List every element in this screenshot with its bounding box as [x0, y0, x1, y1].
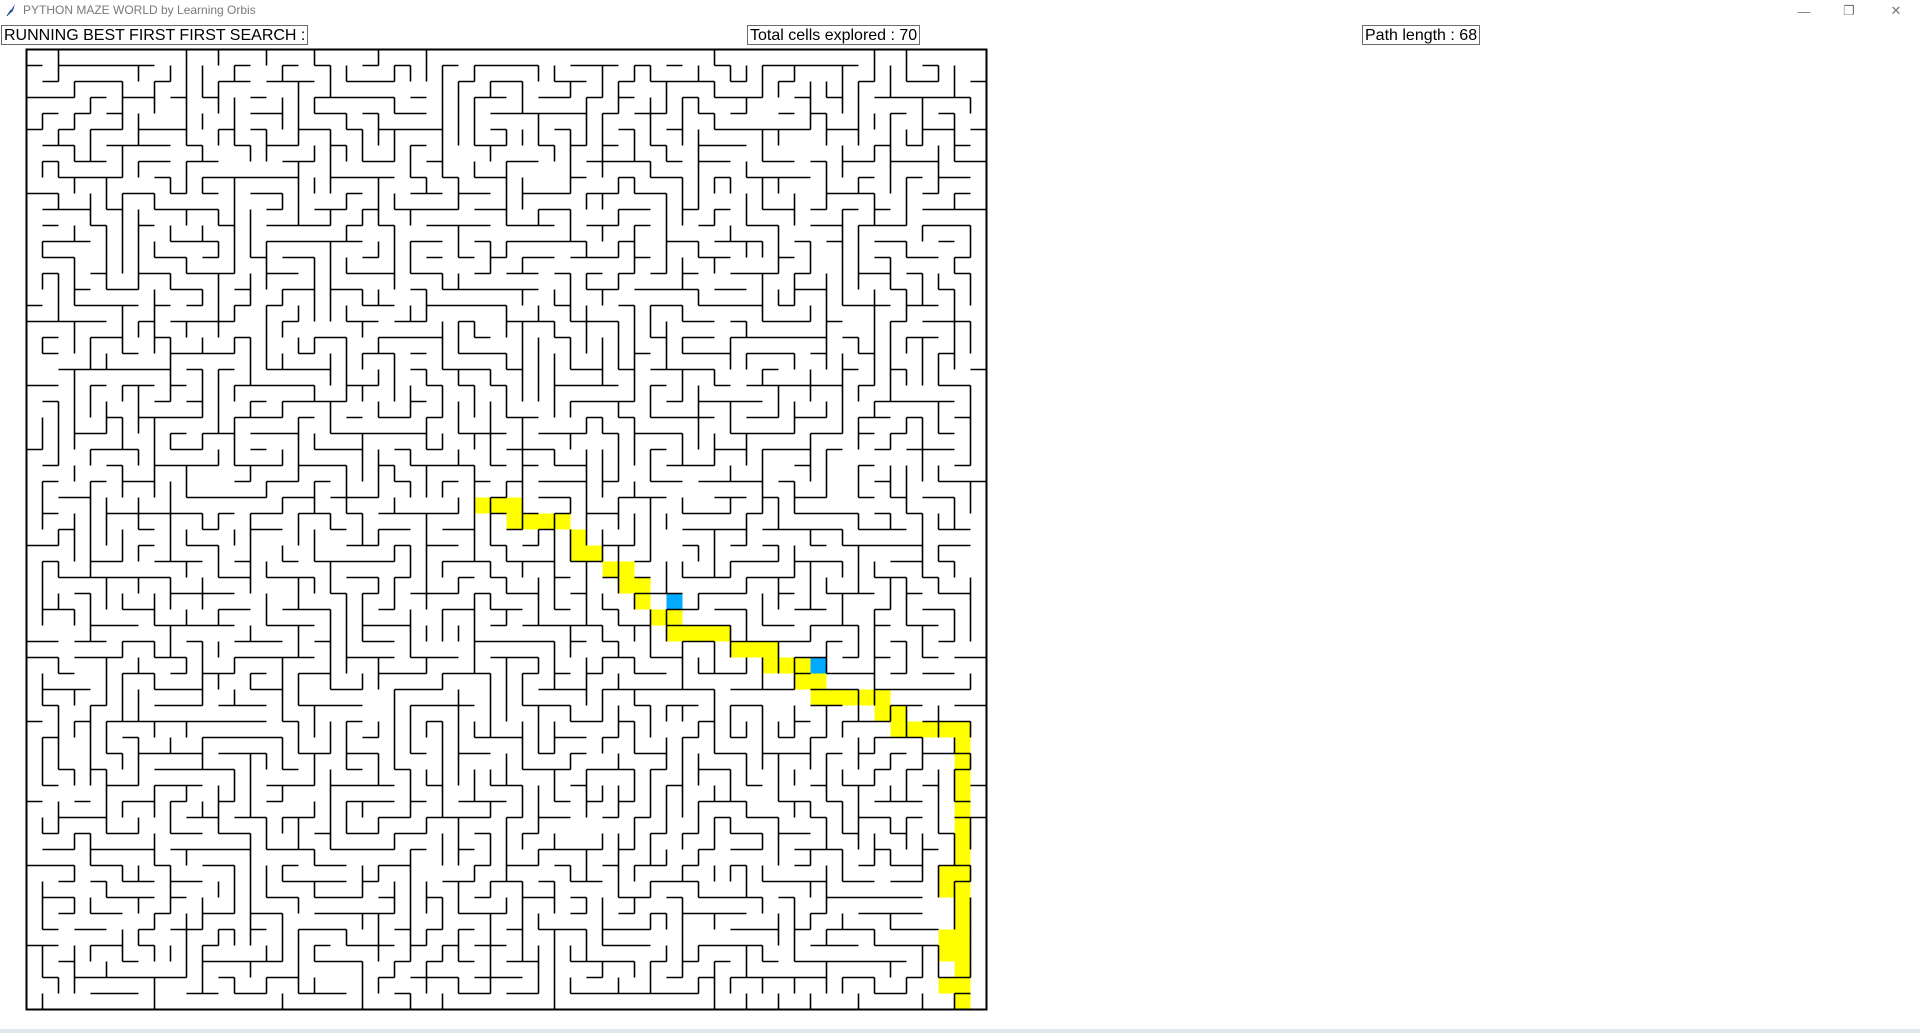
path-cell	[954, 977, 971, 994]
path-cell	[922, 721, 939, 738]
path-cell	[826, 689, 843, 706]
algorithm-label: RUNNING BEST FIRST FIRST SEARCH :	[1, 25, 309, 45]
path-cell	[650, 609, 667, 626]
path-cell	[570, 529, 587, 546]
path-cell	[954, 721, 971, 738]
window-bottom-edge	[0, 1029, 1920, 1033]
path-cell	[954, 881, 971, 898]
path-cell	[698, 625, 715, 642]
path-cell	[730, 641, 747, 658]
path-cell	[938, 865, 955, 882]
path-cell	[954, 849, 971, 866]
path-cell	[890, 721, 907, 738]
path-cell	[634, 577, 651, 594]
path-cell	[858, 689, 875, 706]
maximize-button[interactable]: ❐	[1826, 0, 1872, 22]
path-cell	[954, 897, 971, 914]
path-cell	[586, 545, 603, 562]
path-cell	[954, 833, 971, 850]
path-cell	[954, 785, 971, 802]
path-cell	[954, 737, 971, 754]
path-cell	[490, 497, 507, 514]
path-cell	[906, 721, 923, 738]
path-cell	[874, 689, 891, 706]
path-cell	[890, 705, 907, 722]
close-button[interactable]: ✕	[1873, 0, 1919, 22]
path-cell	[474, 497, 491, 514]
path-cell	[522, 513, 539, 530]
path-cell	[954, 769, 971, 786]
path-cell	[954, 913, 971, 930]
path-cell	[938, 721, 955, 738]
path-cell	[618, 561, 635, 578]
path-cell	[842, 689, 859, 706]
path-cell	[874, 705, 891, 722]
path-cell	[954, 817, 971, 834]
path-cell	[554, 513, 571, 530]
path-cell	[666, 609, 683, 626]
explored-cell	[810, 657, 827, 674]
path-cell	[746, 641, 763, 658]
path-cell	[938, 945, 955, 962]
maze-walls	[26, 49, 987, 1010]
path-cell	[762, 657, 779, 674]
feather-icon	[6, 4, 15, 17]
path-cell	[506, 497, 523, 514]
path-cell	[762, 641, 779, 658]
path-cell	[954, 993, 971, 1010]
path-cell	[938, 881, 955, 898]
minimize-button[interactable]: —	[1781, 0, 1827, 22]
cells-explored-label: Total cells explored : 70	[747, 25, 921, 45]
path-cell	[634, 593, 651, 610]
path-cell	[682, 625, 699, 642]
path-cell	[954, 753, 971, 770]
path-cell	[954, 801, 971, 818]
path-cell	[538, 513, 555, 530]
path-cell	[794, 673, 811, 690]
explored-cell	[666, 593, 683, 610]
path-cell	[506, 513, 523, 530]
window-title: PYTHON MAZE WORLD by Learning Orbis	[23, 3, 256, 17]
path-cell	[954, 945, 971, 962]
path-cell	[938, 929, 955, 946]
path-cell	[618, 577, 635, 594]
path-cell	[954, 865, 971, 882]
path-cell	[602, 561, 619, 578]
path-cell	[794, 657, 811, 674]
path-cell	[778, 657, 795, 674]
title-bar: PYTHON MAZE WORLD by Learning Orbis — ❐ …	[0, 0, 1920, 22]
path-cell	[666, 625, 683, 642]
path-cell	[938, 977, 955, 994]
path-cell	[954, 961, 971, 978]
path-length-label: Path length : 68	[1362, 25, 1481, 45]
path-cell	[954, 929, 971, 946]
maze-grid	[25, 48, 988, 1011]
path-cell	[810, 689, 827, 706]
path-cell	[810, 673, 827, 690]
path-cell	[714, 625, 731, 642]
path-cell	[570, 545, 587, 562]
